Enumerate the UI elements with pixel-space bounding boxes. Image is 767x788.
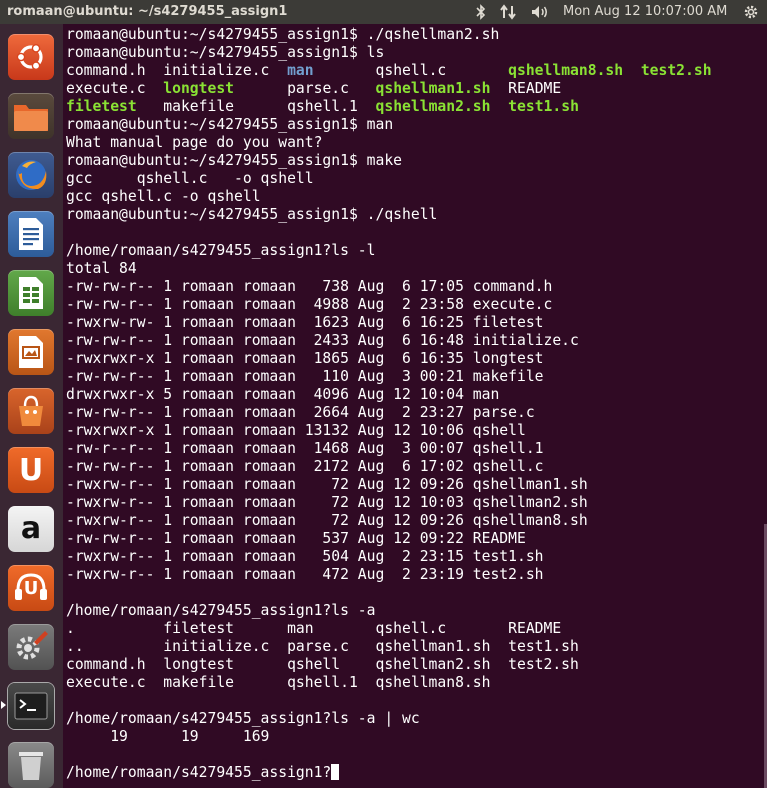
terminal-line: total 84	[66, 260, 137, 277]
terminal-line: gcc qshell.c -o qshell	[66, 188, 261, 205]
terminal-line: -rwxrw-r-- 1 romaan romaan 72 Aug 12 10:…	[66, 494, 588, 511]
terminal-line: 19 19 169	[66, 728, 270, 745]
terminal-line: -rw-rw-r-- 1 romaan romaan 2433 Aug 6 16…	[66, 332, 579, 349]
terminal-cursor	[331, 764, 340, 780]
terminal-line: execute.c longtest parse.c qshellman1.sh…	[66, 80, 712, 98]
active-app-indicator	[1, 701, 6, 709]
terminal-line: -rwxrw-r-- 1 romaan romaan 504 Aug 2 23:…	[66, 548, 544, 565]
ls-entry-text	[490, 98, 508, 115]
terminal-line: -rw-rw-r-- 1 romaan romaan 110 Aug 3 00:…	[66, 368, 544, 385]
terminal-line: -rwxrwxr-x 1 romaan romaan 1865 Aug 6 16…	[66, 350, 544, 367]
terminal-line: What manual page do you want?	[66, 134, 323, 151]
unity-launcher: U a U	[0, 24, 64, 788]
terminal-line: execute.c makefile qshell.1 qshellman8.s…	[66, 674, 491, 691]
ls-executable-entry: longtest	[163, 80, 235, 97]
system-settings-icon[interactable]	[8, 624, 54, 670]
ubuntu-one-letter: U	[18, 452, 44, 488]
terminal-line: /home/romaan/s4279455_assign1?ls -a | wc	[66, 710, 420, 727]
trash-icon[interactable]	[8, 742, 54, 788]
impress-icon[interactable]	[8, 329, 54, 375]
terminal-line: -rwxrw-r-- 1 romaan romaan 72 Aug 12 09:…	[66, 476, 588, 493]
ls-directory-entry: man	[287, 62, 314, 79]
terminal-line: -rwxrw-r-- 1 romaan romaan 472 Aug 2 23:…	[66, 566, 544, 583]
ls-entry-text	[623, 62, 641, 79]
clock[interactable]: Mon Aug 12 10:07:00 AM	[563, 4, 727, 19]
ubuntu-one-music-icon[interactable]: U	[8, 565, 54, 611]
ubuntu-one-icon[interactable]: U	[8, 447, 54, 493]
terminal-output[interactable]: romaan@ubuntu:~/s4279455_assign1$ ./qshe…	[66, 26, 712, 782]
amazon-icon[interactable]: a	[8, 506, 54, 552]
terminal-line: .. initialize.c parse.c qshellman1.sh te…	[66, 638, 579, 655]
terminal-line: /home/romaan/s4279455_assign1?ls -l	[66, 242, 376, 259]
ls-entry-text: qshell.c	[313, 62, 509, 79]
ls-entry-text: command.h initialize.c	[66, 62, 288, 79]
terminal-line: /home/romaan/s4279455_assign1?	[66, 764, 712, 782]
ls-executable-entry: qshellman2.sh	[375, 98, 491, 115]
terminal-line: -rw-rw-r-- 1 romaan romaan 4988 Aug 2 23…	[66, 296, 553, 313]
ls-executable-entry: filetest	[66, 98, 137, 115]
terminal-line: command.h longtest qshell qshellman2.sh …	[66, 656, 579, 673]
writer-icon[interactable]	[8, 211, 54, 257]
ls-entry-text: README	[490, 80, 562, 97]
terminal-line: romaan@ubuntu:~/s4279455_assign1$ ./qshe…	[66, 26, 500, 43]
software-center-icon[interactable]	[8, 388, 54, 434]
terminal-line: -rw-rw-r-- 1 romaan romaan 2172 Aug 6 17…	[66, 458, 544, 475]
top-panel: romaan@ubuntu: ~/s4279455_assign1 Mon Au…	[0, 0, 767, 24]
ls-executable-entry: qshellman1.sh	[375, 80, 491, 97]
amazon-letter: a	[20, 511, 42, 546]
ls-entry-text: makefile qshell.1	[136, 98, 376, 115]
volume-icon[interactable]	[528, 3, 552, 21]
ls-executable-entry: test2.sh	[640, 62, 712, 79]
terminal-line: gcc qshell.c -o qshell	[66, 170, 314, 187]
files-icon[interactable]	[8, 93, 54, 139]
terminal-line: filetest makefile qshell.1 qshellman2.sh…	[66, 98, 712, 116]
ls-entry-text: parse.c	[234, 80, 376, 97]
bluetooth-icon[interactable]	[472, 3, 490, 21]
network-icon[interactable]	[497, 3, 519, 21]
ls-executable-entry: test1.sh	[508, 98, 579, 115]
terminal-line: command.h initialize.c man qshell.c qshe…	[66, 62, 712, 80]
ls-executable-entry: qshellman8.sh	[508, 62, 624, 79]
terminal-line: -rw-rw-r-- 1 romaan romaan 738 Aug 6 17:…	[66, 278, 553, 295]
calc-icon[interactable]	[8, 270, 54, 316]
terminal-line: -rw-rw-r-- 1 romaan romaan 2664 Aug 2 23…	[66, 404, 535, 421]
firefox-icon[interactable]	[8, 152, 54, 198]
ls-entry-text: execute.c	[66, 80, 164, 97]
window-title: romaan@ubuntu: ~/s4279455_assign1	[7, 4, 288, 19]
terminal-line: -rw-r--r-- 1 romaan romaan 1468 Aug 3 00…	[66, 440, 544, 457]
terminal-line: romaan@ubuntu:~/s4279455_assign1$ make	[66, 152, 403, 169]
ubuntu-dash-icon[interactable]	[8, 34, 54, 80]
terminal-line: . filetest man qshell.c README	[66, 620, 562, 637]
terminal-line: -rwxrw-rw- 1 romaan romaan 1623 Aug 6 16…	[66, 314, 544, 331]
terminal-line: romaan@ubuntu:~/s4279455_assign1$ ls	[66, 44, 385, 61]
terminal-line: /home/romaan/s4279455_assign1?ls -a	[66, 602, 376, 619]
settings-gear-icon[interactable]	[741, 3, 761, 21]
terminal-icon[interactable]	[8, 683, 54, 729]
terminal-window[interactable]: romaan@ubuntu:~/s4279455_assign1$ ./qshe…	[63, 24, 767, 788]
terminal-line: -rw-rw-r-- 1 romaan romaan 537 Aug 12 09…	[66, 530, 526, 547]
terminal-line: drwxrwxr-x 5 romaan romaan 4096 Aug 12 1…	[66, 386, 500, 403]
terminal-line: -rwxrw-r-- 1 romaan romaan 72 Aug 12 09:…	[66, 512, 588, 529]
terminal-line: romaan@ubuntu:~/s4279455_assign1$ man	[66, 116, 394, 133]
terminal-line: -rwxrwxr-x 1 romaan romaan 13132 Aug 12 …	[66, 422, 526, 439]
terminal-line: romaan@ubuntu:~/s4279455_assign1$ ./qshe…	[66, 206, 438, 223]
music-letter: U	[23, 577, 39, 599]
